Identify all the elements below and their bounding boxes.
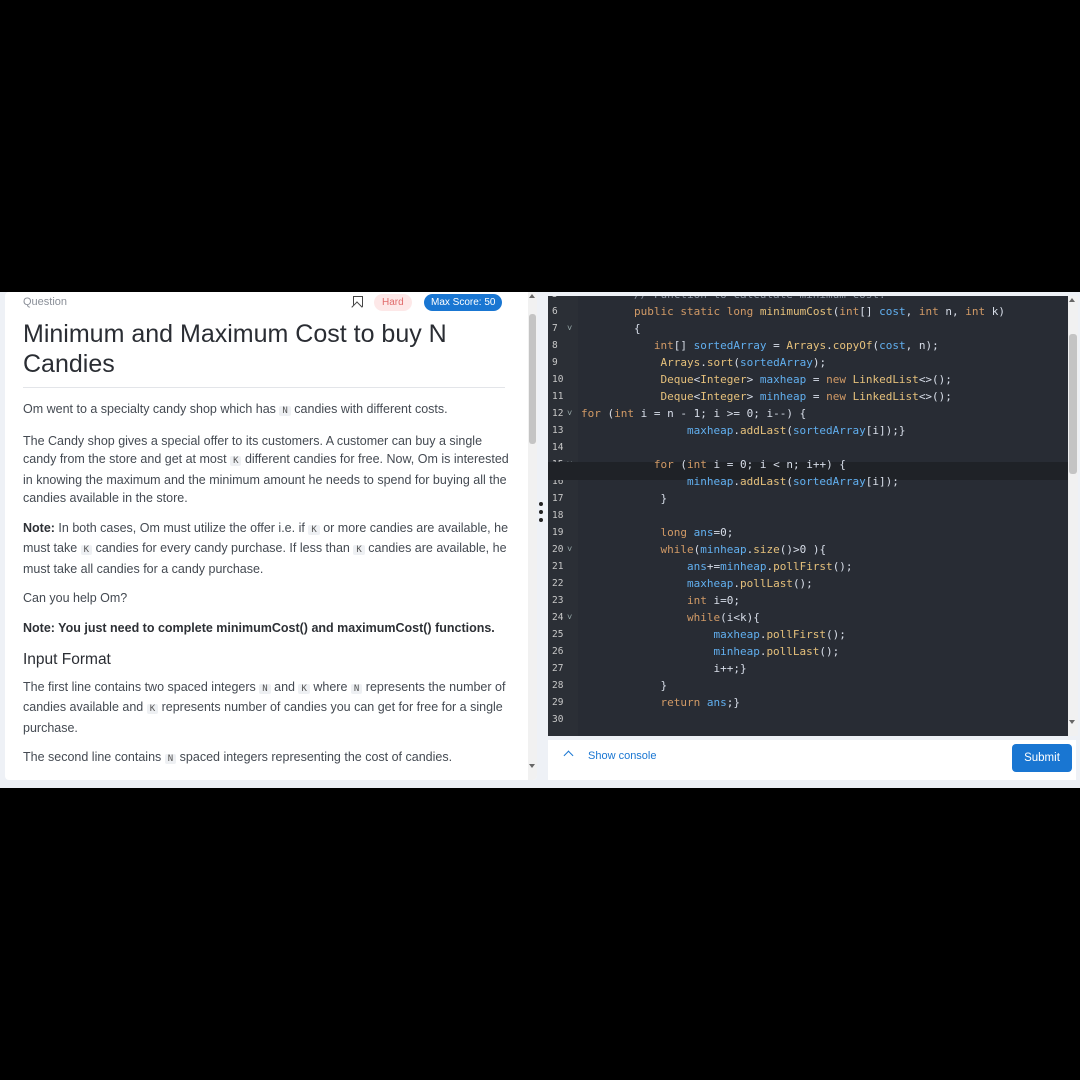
max-score-badge: Max Score: 50 — [424, 294, 503, 311]
fold-chevron-icon[interactable]: ˅ — [567, 323, 572, 333]
question-title: Minimum and Maximum Cost to buy N Candie… — [23, 320, 447, 378]
question-body: Om went to a specialty candy shop which … — [23, 400, 511, 780]
difficulty-badge: Hard — [374, 294, 412, 311]
code-line[interactable]: public static long minimumCost(int[] cos… — [581, 305, 1005, 318]
code-line[interactable]: } — [581, 492, 667, 505]
scroll-down-icon[interactable] — [1069, 720, 1075, 724]
line-number-gutter: 567˅89101112˅131415˅1617181920˅21222324˅… — [548, 296, 578, 736]
code-editor[interactable]: 567˅89101112˅131415˅1617181920˅21222324˅… — [548, 296, 1068, 736]
line-number: 11 — [552, 391, 564, 402]
bookmark-icon[interactable] — [353, 296, 363, 307]
code-line[interactable]: maxheap.pollLast(); — [581, 577, 813, 590]
code-line[interactable]: while(minheap.size()>0 ){ — [581, 543, 826, 556]
line-number: 20 — [552, 544, 564, 555]
line-number: 13 — [552, 425, 564, 436]
code-line[interactable]: int[] sortedArray = Arrays.copyOf(cost, … — [581, 339, 939, 352]
fold-chevron-icon[interactable]: ˅ — [567, 408, 572, 418]
drag-dot-icon — [539, 502, 543, 506]
line-number: 6 — [552, 306, 558, 317]
line-number: 17 — [552, 493, 564, 504]
scroll-down-icon[interactable] — [529, 764, 535, 768]
scroll-up-icon[interactable] — [1069, 298, 1075, 302]
submit-button[interactable]: Submit — [1012, 744, 1072, 772]
code-line[interactable]: maxheap.addLast(sortedArray[i]);} — [581, 424, 906, 437]
code-line[interactable]: Arrays.sort(sortedArray); — [581, 356, 826, 369]
code-line[interactable]: while(i<k){ — [581, 611, 760, 624]
drag-dot-icon — [539, 518, 543, 522]
code-line[interactable]: i++;} — [581, 662, 746, 675]
paragraph-note-functions: Note: You just need to complete minimumC… — [23, 620, 495, 635]
line-number: 28 — [552, 680, 564, 691]
code-line[interactable]: for (int i = 0; i < n; i++) { — [581, 458, 846, 471]
line-number: 29 — [552, 697, 564, 708]
editor-scrollbar[interactable] — [1068, 296, 1078, 736]
paragraph-offer: The Candy shop gives a special offer to … — [23, 433, 509, 506]
question-header: Question Hard Max Score: 50 — [23, 294, 511, 316]
code-line[interactable]: Deque<Integer> maxheap = new LinkedList<… — [581, 373, 951, 386]
question-scrollbar[interactable] — [528, 292, 537, 780]
line-number: 9 — [552, 357, 558, 368]
code-line[interactable]: for (int i = n - 1; i >= 0; i--) { — [581, 407, 806, 420]
show-console-button[interactable]: Show console — [588, 750, 657, 762]
line-number: 30 — [552, 714, 564, 725]
line-number: 7 — [552, 323, 558, 334]
line-number: 23 — [552, 595, 564, 606]
panel-resize-handle[interactable] — [539, 502, 545, 526]
line-number: 8 — [552, 340, 558, 351]
paragraph-input-line1: The first line contains two spaced integ… — [23, 679, 506, 735]
paragraph-intro: Om went to a specialty candy shop which … — [23, 402, 448, 416]
line-number: 27 — [552, 663, 564, 674]
scrollbar-thumb[interactable] — [529, 314, 536, 444]
note-label: Note: — [23, 520, 55, 535]
line-number: 22 — [552, 578, 564, 589]
question-panel: Question Hard Max Score: 50 Minimum and … — [5, 292, 537, 780]
inline-code: K — [230, 456, 242, 466]
line-number: 19 — [552, 527, 564, 538]
code-line[interactable]: long ans=0; — [581, 526, 733, 539]
scroll-up-icon[interactable] — [529, 294, 535, 298]
paragraph-note: Note: In both cases, Om must utilize the… — [23, 520, 509, 576]
code-line[interactable]: } — [581, 679, 667, 692]
drag-dot-icon — [539, 510, 543, 514]
code-line[interactable]: minheap.pollLast(); — [581, 645, 839, 658]
line-number: 18 — [552, 510, 564, 521]
code-line[interactable]: // Function to calculate minimum cost. — [581, 296, 886, 301]
line-number: 21 — [552, 561, 564, 572]
line-number: 5 — [552, 296, 558, 300]
code-line[interactable]: return ans;} — [581, 696, 740, 709]
paragraph-input-line2: The second line contains N spaced intege… — [23, 750, 453, 764]
line-number: 12 — [552, 408, 564, 419]
code-line[interactable]: minheap.addLast(sortedArray[i]); — [581, 475, 899, 488]
divider — [23, 387, 505, 388]
code-line[interactable]: { — [581, 322, 641, 335]
line-number: 25 — [552, 629, 564, 640]
code-line[interactable]: ans+=minheap.pollFirst(); — [581, 560, 853, 573]
line-number: 24 — [552, 612, 564, 623]
code-line[interactable]: Deque<Integer> minheap = new LinkedList<… — [581, 390, 951, 403]
inline-code: N — [279, 406, 291, 416]
line-number: 14 — [552, 442, 564, 453]
input-format-heading: Input Format — [23, 651, 111, 668]
line-number: 10 — [552, 374, 564, 385]
question-label: Question — [23, 296, 68, 308]
scrollbar-thumb[interactable] — [1069, 334, 1077, 474]
chevron-up-icon[interactable] — [563, 750, 574, 761]
line-number: 26 — [552, 646, 564, 657]
code-line[interactable]: maxheap.pollFirst(); — [581, 628, 845, 641]
paragraph-help: Can you help Om? — [23, 591, 128, 605]
app-screen: Question Hard Max Score: 50 Minimum and … — [0, 292, 1080, 788]
fold-chevron-icon[interactable]: ˅ — [567, 544, 572, 554]
code-line[interactable]: int i=0; — [581, 594, 740, 607]
fold-chevron-icon[interactable]: ˅ — [567, 612, 572, 622]
editor-footer: Show console Submit — [548, 740, 1076, 780]
